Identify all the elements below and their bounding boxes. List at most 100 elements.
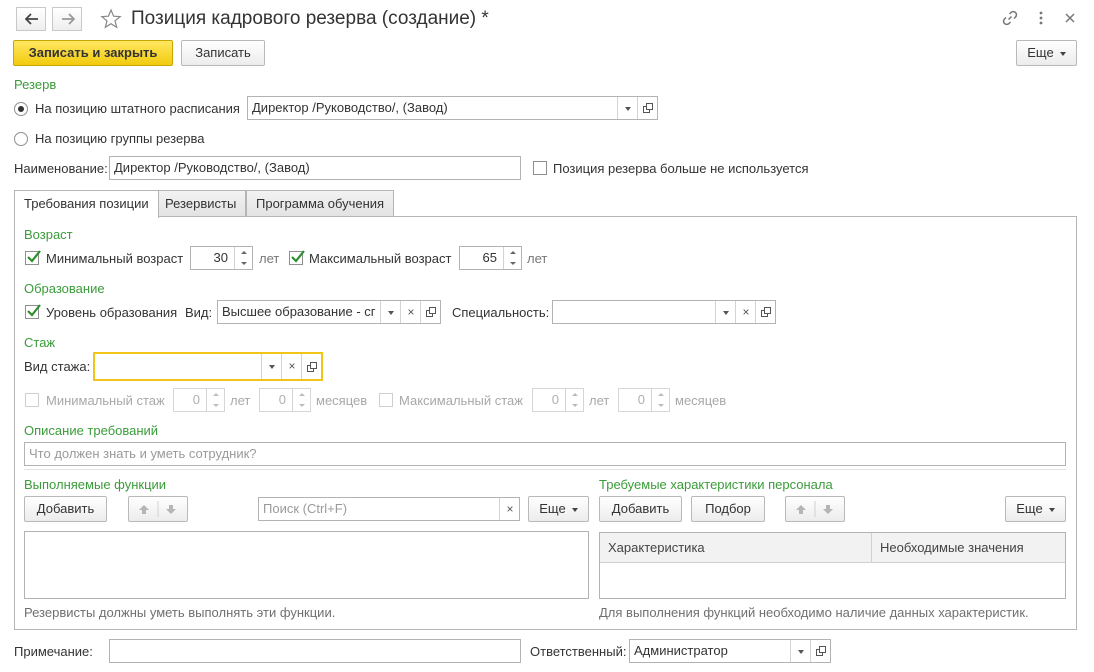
- spinner-arrows[interactable]: [292, 389, 310, 411]
- pick-characteristic-button[interactable]: Подбор: [691, 496, 765, 522]
- add-characteristic-button[interactable]: Добавить: [599, 496, 682, 522]
- clear-button[interactable]: ×: [400, 301, 420, 323]
- min-age-spinner[interactable]: 30: [190, 246, 253, 270]
- characteristics-table[interactable]: Характеристика Необходимые значения: [599, 532, 1066, 599]
- description-input[interactable]: Что должен знать и уметь сотрудник?: [24, 442, 1066, 466]
- column-header-characteristic[interactable]: Характеристика: [600, 533, 872, 563]
- clear-search-button[interactable]: ×: [499, 498, 519, 520]
- close-icon[interactable]: [1061, 9, 1079, 27]
- max-experience-years-unit: лет: [589, 393, 610, 408]
- add-function-button[interactable]: Добавить: [24, 496, 107, 522]
- spinner-arrows[interactable]: [206, 389, 224, 411]
- name-label: Наименование:: [14, 161, 108, 176]
- radio-reserve-group-label: На позицию группы резерва: [35, 131, 205, 146]
- radio-reserve-group[interactable]: [14, 132, 28, 146]
- window-title: Позиция кадрового резерва (создание) *: [131, 8, 489, 29]
- clear-button[interactable]: ×: [735, 301, 755, 323]
- open-window-icon: [761, 307, 771, 317]
- open-button[interactable]: [755, 301, 775, 323]
- more-button[interactable]: Еще: [1016, 40, 1077, 66]
- characteristics-move-buttons[interactable]: [785, 496, 845, 522]
- open-button[interactable]: [637, 97, 657, 119]
- name-input[interactable]: Директор /Руководство/, (Завод): [109, 156, 521, 180]
- link-icon[interactable]: [1001, 9, 1019, 27]
- min-experience-months-spinner[interactable]: 0: [259, 388, 311, 412]
- dropdown-button[interactable]: [380, 301, 400, 323]
- save-button[interactable]: Записать: [181, 40, 265, 66]
- functions-search-input[interactable]: Поиск (Ctrl+F) ×: [258, 497, 520, 521]
- characteristics-more-label: Еще: [1016, 501, 1043, 516]
- description-placeholder: Что должен знать и уметь сотрудник?: [29, 446, 257, 461]
- max-experience-months-unit: месяцев: [675, 393, 727, 408]
- spinner-arrows[interactable]: [651, 389, 669, 411]
- education-level-checkbox[interactable]: [25, 304, 41, 319]
- max-age-checkbox[interactable]: [289, 250, 305, 265]
- max-age-label: Максимальный возраст: [309, 251, 452, 266]
- chevron-down-icon: [571, 507, 578, 512]
- dropdown-button[interactable]: [715, 301, 735, 323]
- open-button[interactable]: [420, 301, 440, 323]
- characteristics-hint: Для выполнения функций необходимо наличи…: [599, 605, 1029, 620]
- chevron-down-icon: [1059, 51, 1066, 56]
- name-value: Директор /Руководство/, (Завод): [114, 160, 310, 175]
- characteristics-section-title: Требуемые характеристики персонала: [599, 477, 833, 492]
- more-label: Еще: [1027, 45, 1054, 60]
- dropdown-button[interactable]: [261, 354, 281, 379]
- tab-training-program[interactable]: Программа обучения: [246, 190, 395, 217]
- dropdown-button[interactable]: [790, 640, 810, 662]
- min-experience-years-spinner[interactable]: 0: [173, 388, 225, 412]
- functions-list[interactable]: [24, 531, 589, 599]
- experience-kind-field[interactable]: ×: [93, 352, 323, 381]
- max-age-unit: лет: [527, 251, 548, 266]
- clear-icon: ×: [742, 305, 750, 319]
- move-buttons[interactable]: [128, 496, 188, 522]
- max-experience-months-spinner[interactable]: 0: [618, 388, 670, 412]
- back-button[interactable]: [16, 7, 46, 31]
- arrow-down-icon: [166, 505, 176, 514]
- note-input[interactable]: [109, 639, 521, 663]
- clear-button[interactable]: ×: [281, 354, 301, 379]
- max-experience-years-spinner[interactable]: 0: [532, 388, 584, 412]
- max-experience-checkbox[interactable]: [379, 393, 393, 407]
- specialty-field[interactable]: ×: [552, 300, 776, 324]
- open-window-icon: [816, 646, 826, 656]
- education-section-title: Образование: [24, 281, 105, 296]
- divider: [24, 469, 1066, 470]
- description-section-title: Описание требований: [24, 423, 159, 438]
- open-window-icon: [307, 362, 317, 372]
- clear-icon: ×: [407, 305, 415, 319]
- not-used-label: Позиция резерва больше не используется: [553, 161, 809, 176]
- min-age-unit: лет: [259, 251, 280, 266]
- forward-button[interactable]: [52, 7, 82, 31]
- arrow-right-icon: [62, 13, 75, 25]
- column-header-required-values[interactable]: Необходимые значения: [872, 533, 1065, 563]
- education-kind-field[interactable]: Высшее образование - сг ×: [217, 300, 441, 324]
- open-button[interactable]: [810, 640, 830, 662]
- favorite-star-icon[interactable]: [100, 8, 122, 30]
- min-experience-checkbox[interactable]: [25, 393, 39, 407]
- checkmark-icon: [27, 304, 41, 317]
- tab-requirements[interactable]: Требования позиции: [14, 190, 159, 218]
- tab-reservists[interactable]: Резервисты: [155, 190, 247, 217]
- responsible-field[interactable]: Администратор: [629, 639, 831, 663]
- staff-position-field[interactable]: Директор /Руководство/, (Завод): [247, 96, 658, 120]
- open-button[interactable]: [301, 354, 321, 379]
- not-used-checkbox[interactable]: [533, 161, 547, 175]
- save-and-close-button[interactable]: Записать и закрыть: [13, 40, 173, 66]
- functions-search-placeholder: Поиск (Ctrl+F): [263, 501, 348, 516]
- arrow-left-icon: [25, 13, 38, 25]
- max-age-spinner[interactable]: 65: [459, 246, 522, 270]
- spinner-arrows[interactable]: [565, 389, 583, 411]
- characteristics-more-button[interactable]: Еще: [1005, 496, 1066, 522]
- min-age-checkbox[interactable]: [25, 250, 41, 265]
- education-kind-label: Вид:: [185, 305, 213, 320]
- more-vertical-icon[interactable]: [1032, 9, 1050, 27]
- functions-more-button[interactable]: Еще: [528, 496, 589, 522]
- dropdown-button[interactable]: [617, 97, 637, 119]
- radio-staff-position[interactable]: [14, 102, 28, 116]
- chevron-down-icon: [625, 107, 631, 111]
- chevron-down-icon: [388, 311, 394, 315]
- spinner-arrows[interactable]: [503, 247, 521, 269]
- education-kind-value: Высшее образование - сг: [222, 304, 376, 319]
- spinner-arrows[interactable]: [234, 247, 252, 269]
